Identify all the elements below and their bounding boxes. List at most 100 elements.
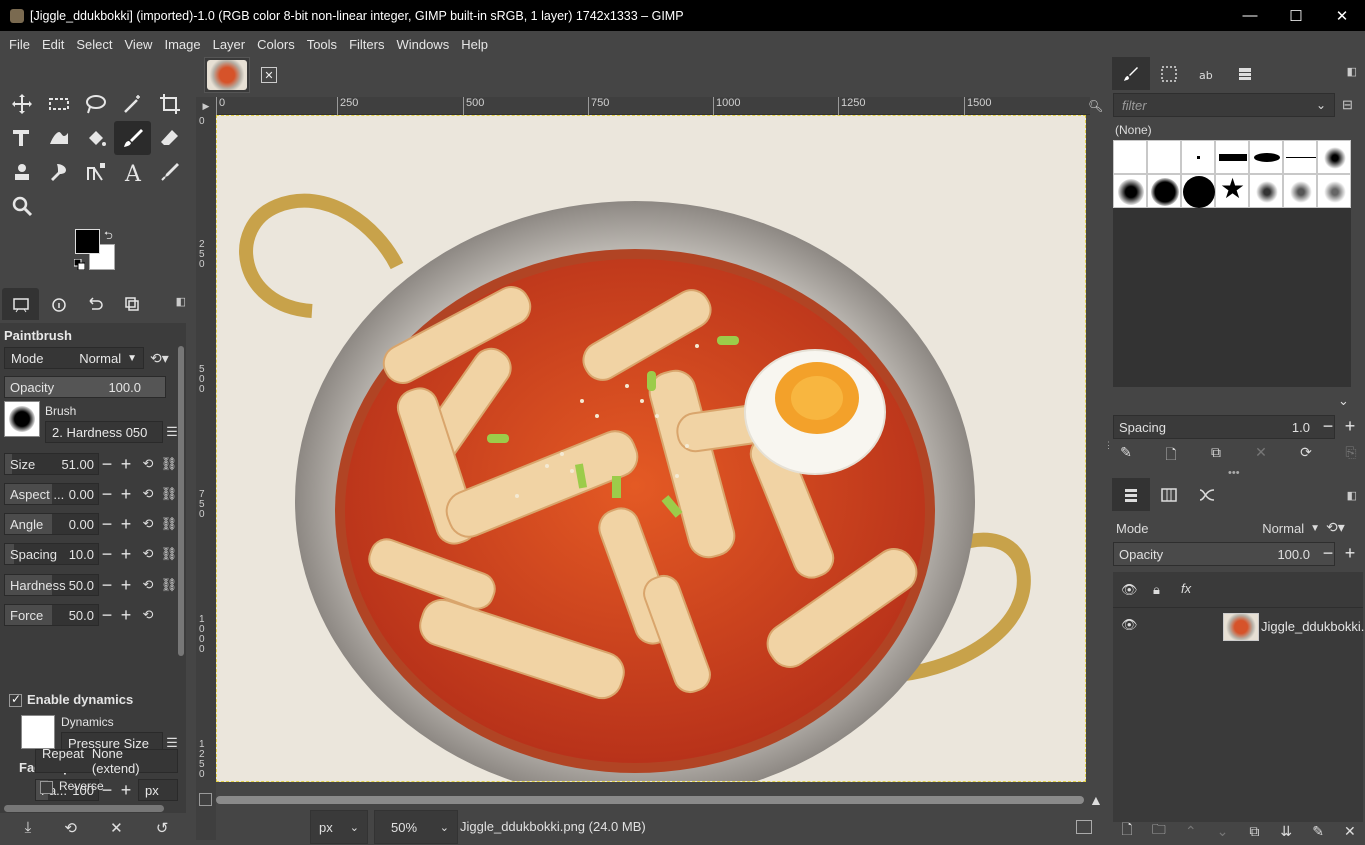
zoom-combo[interactable]: 50% ⌄	[374, 810, 458, 844]
spacing-increase-button[interactable]: +	[118, 543, 134, 565]
size-link-icon[interactable]: ⛓	[161, 453, 178, 475]
hardness-reset-icon[interactable]: ⟲	[141, 574, 155, 596]
reset-colors-icon[interactable]	[74, 259, 85, 270]
brush-spacing-slider[interactable]: Spacing 1.0	[1113, 415, 1335, 439]
angle-increase-button[interactable]: +	[118, 513, 134, 535]
spacing-reset-icon[interactable]: ⟲	[141, 543, 155, 565]
aspect-increase-button[interactable]: +	[118, 483, 134, 505]
fuzzy-select-icon[interactable]	[114, 87, 151, 121]
merge-layer-icon[interactable]: ⇊	[1275, 823, 1297, 840]
delete-layer-icon[interactable]: ✕	[1339, 823, 1361, 840]
free-select-icon[interactable]	[77, 87, 114, 121]
lock-header-icon[interactable]: 🔒︎	[1153, 582, 1160, 598]
tool-options-tab-icon[interactable]	[2, 288, 39, 320]
effects-header-icon[interactable]: fx	[1181, 581, 1191, 596]
menu-image[interactable]: Image	[158, 37, 206, 52]
size-reset-icon[interactable]: ⟲	[141, 453, 155, 475]
warp-transform-icon[interactable]	[40, 121, 77, 155]
angle-decrease-button[interactable]: −	[99, 513, 115, 535]
duplicate-brush-icon[interactable]: ⧉	[1206, 444, 1226, 468]
brush-swatch[interactable]	[1249, 140, 1283, 174]
brush-filter-input[interactable]: filter ⌄	[1113, 93, 1335, 117]
bucket-fill-icon[interactable]	[77, 121, 114, 155]
raise-layer-icon[interactable]: ⌃	[1180, 823, 1202, 840]
spacing-decrease-button[interactable]: −	[99, 543, 115, 565]
hardness-decrease-button[interactable]: −	[99, 574, 115, 596]
quick-mask-toggle-icon[interactable]: ▶	[196, 97, 216, 115]
eraser-icon[interactable]	[151, 121, 188, 155]
canvas-scroll-arrow-icon[interactable]: ▲	[1089, 792, 1103, 808]
brush-edit-icon[interactable]: ☰	[165, 421, 179, 443]
channels-tab-icon[interactable]	[1150, 478, 1188, 511]
force-reset-icon[interactable]: ⟲	[141, 604, 155, 626]
zoom-tool-icon[interactable]	[3, 189, 40, 223]
hardness-link-icon[interactable]: ⛓	[161, 574, 178, 596]
smudge-icon[interactable]	[40, 155, 77, 189]
vertical-ruler[interactable]: 0 250 500 750 1000 1250	[196, 115, 216, 840]
maximize-button[interactable]: ☐	[1273, 0, 1319, 31]
close-button[interactable]: ✕	[1319, 0, 1365, 31]
brush-swatch[interactable]	[1317, 140, 1351, 174]
menu-help[interactable]: Help	[455, 37, 494, 52]
angle-slider[interactable]: Angle 0.00	[4, 513, 99, 535]
menu-filters[interactable]: Filters	[343, 37, 390, 52]
unified-transform-icon[interactable]	[3, 121, 40, 155]
reset-mode-icon[interactable]: ⟲▾	[150, 350, 169, 367]
size-increase-button[interactable]: +	[118, 453, 134, 475]
brush-swatch[interactable]	[1147, 140, 1181, 174]
menu-edit[interactable]: Edit	[36, 37, 70, 52]
text-tool-icon[interactable]: A	[114, 155, 151, 189]
layers-tab-icon[interactable]	[1112, 478, 1150, 511]
brush-swatch[interactable]	[1113, 140, 1147, 174]
dynamics-preview[interactable]	[21, 715, 55, 749]
image-tab-close-icon[interactable]: ✕	[261, 67, 277, 83]
brush-swatch[interactable]	[1249, 174, 1283, 208]
reset-options-icon[interactable]: ↺	[156, 819, 169, 837]
layers-dock-menu-icon[interactable]: ◧	[1347, 489, 1357, 502]
paintbrush-icon[interactable]	[114, 121, 151, 155]
brush-preview[interactable]	[4, 401, 40, 437]
device-status-tab-icon[interactable]	[39, 288, 76, 320]
dock-menu-icon[interactable]: ◧	[1347, 65, 1357, 78]
fonts-tab-icon[interactable]: ab	[1188, 57, 1226, 90]
crop-icon[interactable]	[151, 87, 188, 121]
swap-colors-icon[interactable]: ⮌	[104, 227, 113, 246]
layer-mode-combo[interactable]: Mode Normal ▼	[1113, 516, 1323, 540]
fade-increase-button[interactable]: +	[118, 779, 134, 801]
layer-opacity-increase-button[interactable]: +	[1342, 542, 1358, 564]
size-slider[interactable]: Size 51.00	[4, 453, 99, 475]
image-canvas[interactable]	[216, 115, 1086, 782]
tag-icon[interactable]: ⊟	[1342, 97, 1353, 113]
delete-brush-icon[interactable]: ✕	[1251, 444, 1271, 468]
menu-select[interactable]: Select	[70, 37, 118, 52]
hardness-slider[interactable]: Hardness 50.0	[4, 574, 99, 596]
brush-swatch[interactable]	[1215, 140, 1249, 174]
patterns-tab-icon[interactable]	[1150, 57, 1188, 90]
aspect-decrease-button[interactable]: −	[99, 483, 115, 505]
restore-options-icon[interactable]: ⟲	[64, 819, 77, 837]
layer-opacity-decrease-button[interactable]: −	[1320, 542, 1336, 564]
edit-brush-icon[interactable]: ✎	[1116, 444, 1136, 468]
pane-grip-icon[interactable]: •••	[1228, 467, 1240, 479]
force-slider[interactable]: Force 50.0	[4, 604, 99, 626]
minimize-button[interactable]: —	[1227, 0, 1273, 31]
rect-select-icon[interactable]	[40, 87, 77, 121]
layer-row[interactable]: 👁︎ Jiggle_ddukbokki.p	[1113, 610, 1365, 642]
spacing-slider[interactable]: Spacing 10.0	[4, 543, 99, 565]
move-tool-icon[interactable]	[3, 87, 40, 121]
paths-tab-icon[interactable]	[1188, 478, 1226, 511]
brush-swatch[interactable]	[1283, 140, 1317, 174]
brush-grid[interactable]: ★	[1113, 140, 1351, 387]
layer-opacity-slider[interactable]: Opacity 100.0	[1113, 542, 1335, 566]
menu-file[interactable]: File	[3, 37, 36, 52]
menu-colors[interactable]: Colors	[251, 37, 301, 52]
refresh-brushes-icon[interactable]: ⟳	[1296, 444, 1316, 468]
new-layer-group-icon[interactable]: 🗀︎	[1148, 819, 1170, 843]
color-picker-icon[interactable]	[151, 155, 188, 189]
menu-layer[interactable]: Layer	[207, 37, 252, 52]
brushes-tab-icon[interactable]	[1112, 57, 1150, 90]
brush-swatch[interactable]	[1181, 174, 1215, 208]
brush-spacing-increase-button[interactable]: +	[1342, 415, 1358, 437]
new-brush-icon[interactable]: 🗋︎	[1161, 444, 1181, 468]
fade-unit-combo[interactable]: px	[138, 779, 178, 801]
